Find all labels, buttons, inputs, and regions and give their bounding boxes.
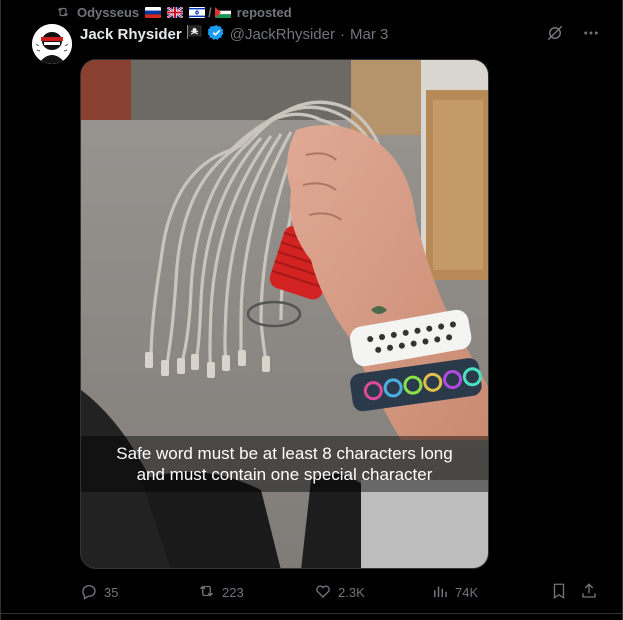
reply-count: 35 — [104, 584, 119, 600]
bookmark-icon — [550, 582, 568, 603]
action-bar: 35 223 2.3K 74K — [80, 582, 600, 602]
bookmark-button[interactable] — [550, 582, 568, 602]
flag-palestine-icon — [214, 6, 231, 18]
avatar[interactable] — [32, 24, 72, 64]
post-photo — [81, 60, 488, 568]
views-button[interactable]: 74K — [431, 582, 478, 602]
flag-israel-icon — [189, 6, 206, 18]
share-icon — [580, 582, 598, 603]
repost-icon — [55, 5, 71, 19]
views-chart-icon — [431, 582, 449, 603]
share-button[interactable] — [580, 582, 598, 602]
dot-separator: · — [340, 25, 345, 43]
post-divider — [1, 613, 623, 614]
like-button[interactable]: 2.3K — [314, 582, 365, 602]
repost-button[interactable]: 223 — [197, 582, 244, 602]
post-date[interactable]: Mar 3 — [350, 26, 388, 43]
post-image[interactable]: Safe word must be at least 8 characters … — [80, 59, 489, 569]
top-actions — [546, 24, 600, 47]
more-options-icon[interactable] — [582, 24, 600, 47]
caption-line-1: Safe word must be at least 8 characters … — [116, 444, 453, 463]
reposter-name[interactable]: Odysseus — [77, 5, 139, 20]
reply-icon — [80, 582, 98, 603]
repost-indicator[interactable]: Odysseus / reposted — [55, 3, 292, 21]
post-header: Jack Rhysider @JackRhysider · Mar 3 — [80, 24, 388, 44]
flag-russia-icon — [145, 6, 162, 18]
verified-badge-icon[interactable] — [207, 24, 225, 45]
post-frame: Odysseus / reposted Jack Rhysider @JackR… — [0, 0, 623, 620]
flag-separator: / — [208, 4, 212, 20]
grok-icon[interactable] — [546, 24, 564, 47]
flag-uk-icon — [167, 6, 184, 18]
views-count: 74K — [455, 584, 479, 600]
reply-button[interactable]: 35 — [80, 582, 118, 602]
display-name[interactable]: Jack Rhysider — [80, 26, 182, 43]
image-caption: Safe word must be at least 8 characters … — [81, 436, 488, 492]
user-handle[interactable]: @JackRhysider — [230, 26, 335, 43]
repost-action-icon — [197, 582, 216, 603]
repost-count: 223 — [222, 584, 244, 600]
caption-line-2: and must contain one special character — [136, 465, 433, 484]
repost-label: reposted — [236, 4, 292, 20]
like-count: 2.3K — [338, 584, 365, 600]
pirate-flag-icon — [186, 25, 203, 43]
heart-icon — [314, 582, 332, 603]
